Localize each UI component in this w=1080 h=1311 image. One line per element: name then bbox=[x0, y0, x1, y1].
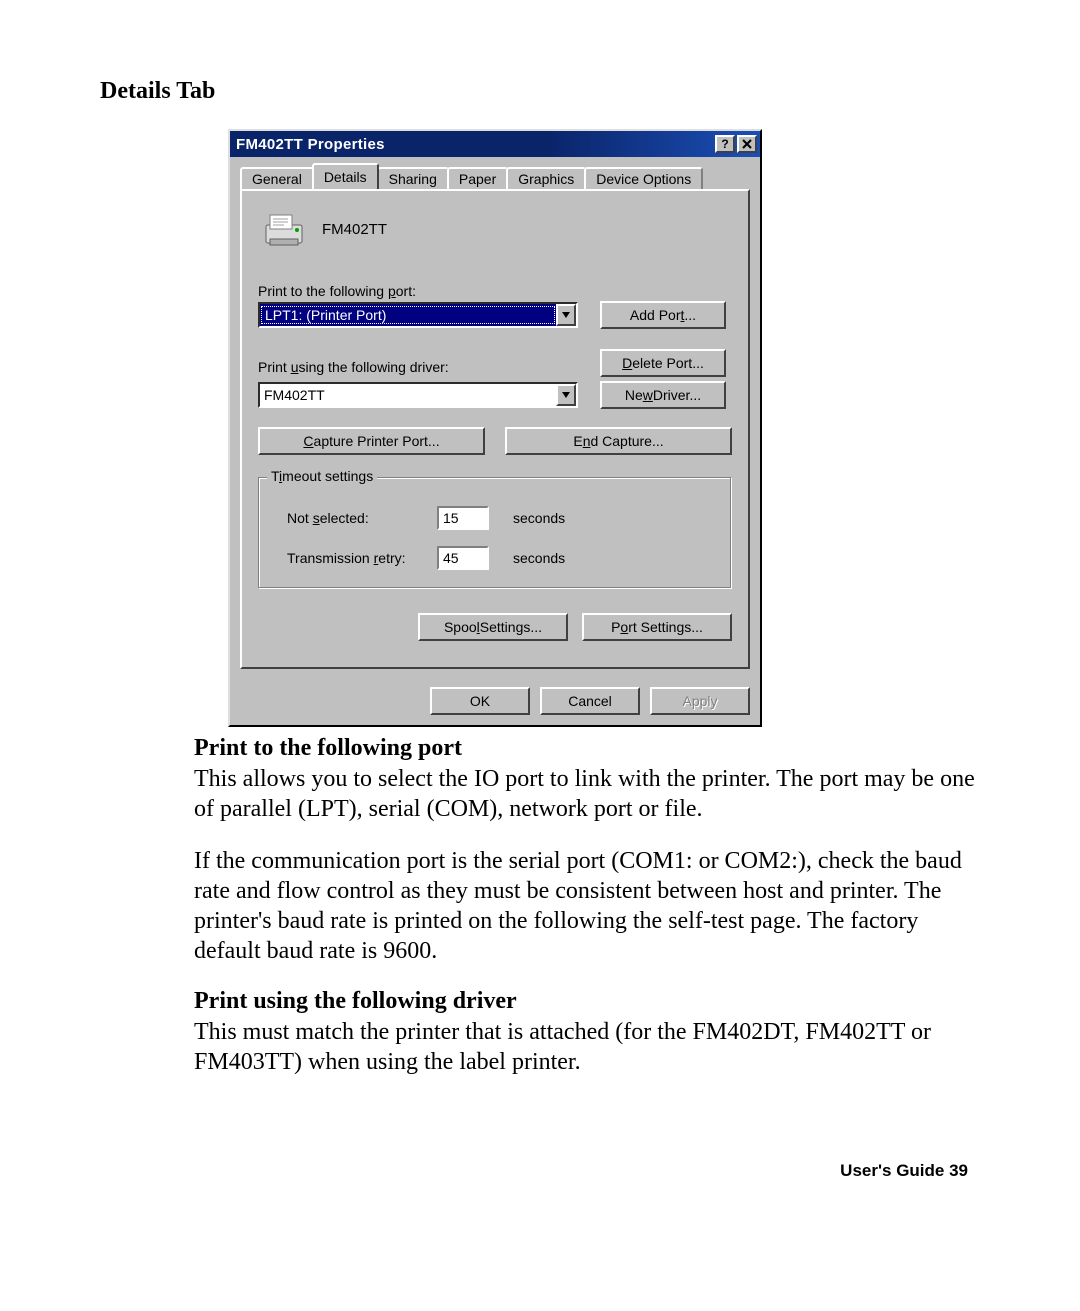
heading-print-port: Print to the following port bbox=[194, 735, 980, 762]
properties-window: FM402TT Properties ? General bbox=[228, 129, 762, 727]
new-driver-button[interactable]: New Driver... bbox=[600, 381, 726, 409]
label-print-driver: Print using the following driver: bbox=[258, 359, 578, 375]
dialog-button-row: OK Cancel Apply bbox=[230, 679, 760, 725]
heading-print-driver: Print using the following driver bbox=[194, 988, 980, 1015]
ok-button[interactable]: OK bbox=[430, 687, 530, 715]
label-not-selected: Not selected: bbox=[287, 510, 437, 526]
tab-sharing[interactable]: Sharing bbox=[377, 167, 449, 189]
apply-button[interactable]: Apply bbox=[650, 687, 750, 715]
text-port-p1: This allows you to select the IO port to… bbox=[194, 764, 980, 824]
combo-port[interactable]: LPT1: (Printer Port) bbox=[258, 302, 578, 328]
input-not-selected[interactable] bbox=[437, 506, 489, 530]
svg-text:?: ? bbox=[721, 138, 728, 150]
combo-driver-value: FM402TT bbox=[260, 387, 556, 403]
combo-driver[interactable]: FM402TT bbox=[258, 382, 578, 408]
group-timeout-legend: Timeout settings bbox=[267, 468, 377, 484]
chevron-down-icon bbox=[562, 392, 570, 398]
spool-settings-button[interactable]: Spool Settings... bbox=[418, 613, 568, 641]
group-timeout-settings: Timeout settings Not selected: seconds T… bbox=[258, 477, 732, 589]
window-title: FM402TT Properties bbox=[236, 136, 713, 153]
end-capture-button[interactable]: End Capture... bbox=[505, 427, 732, 455]
port-settings-button[interactable]: Port Settings... bbox=[582, 613, 732, 641]
page-footer: User's Guide 39 bbox=[840, 1161, 968, 1181]
dialog-screenshot: FM402TT Properties ? General bbox=[228, 129, 762, 727]
unit-seconds-1: seconds bbox=[513, 510, 565, 526]
label-transmission-retry: Transmission retry: bbox=[287, 550, 437, 566]
printer-name-label: FM402TT bbox=[322, 221, 387, 238]
tab-general[interactable]: General bbox=[240, 167, 314, 189]
titlebar: FM402TT Properties ? bbox=[230, 131, 760, 157]
printer-icon bbox=[260, 209, 308, 249]
chevron-down-icon bbox=[562, 312, 570, 318]
close-button[interactable] bbox=[737, 135, 757, 153]
delete-port-button[interactable]: Delete Port... bbox=[600, 349, 726, 377]
heading-details-tab: Details Tab bbox=[100, 78, 980, 105]
input-transmission-retry[interactable] bbox=[437, 546, 489, 570]
tab-details[interactable]: Details bbox=[312, 163, 379, 189]
text-port-p2: If the communication port is the serial … bbox=[194, 846, 980, 966]
unit-seconds-2: seconds bbox=[513, 550, 565, 566]
window-client-area: General Details Sharing Paper Graphics D… bbox=[230, 157, 760, 679]
cancel-button[interactable]: Cancel bbox=[540, 687, 640, 715]
close-icon bbox=[742, 139, 752, 149]
help-icon: ? bbox=[719, 138, 731, 150]
tab-paper[interactable]: Paper bbox=[447, 167, 508, 189]
tab-strip: General Details Sharing Paper Graphics D… bbox=[240, 165, 750, 189]
add-port-button[interactable]: Add Port... bbox=[600, 301, 726, 329]
combo-port-drop-button[interactable] bbox=[556, 304, 576, 326]
tab-graphics[interactable]: Graphics bbox=[506, 167, 586, 189]
text-driver-p1: This must match the printer that is atta… bbox=[194, 1017, 980, 1077]
tab-panel-details: FM402TT Print to the following port: LPT… bbox=[240, 189, 750, 669]
label-print-port: Print to the following port: bbox=[258, 283, 732, 299]
combo-driver-drop-button[interactable] bbox=[556, 384, 576, 406]
combo-port-value: LPT1: (Printer Port) bbox=[261, 306, 555, 324]
help-button[interactable]: ? bbox=[715, 135, 735, 153]
capture-printer-port-button[interactable]: Capture Printer Port... bbox=[258, 427, 485, 455]
tab-device-options[interactable]: Device Options bbox=[584, 167, 703, 189]
